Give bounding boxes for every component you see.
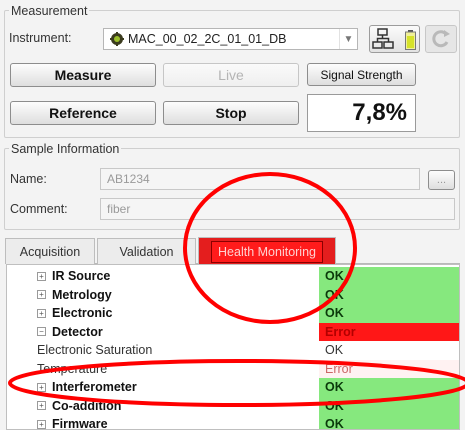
comment-field[interactable]: fiber [100, 198, 455, 220]
tree-row-name: + IR Source [7, 267, 317, 286]
tree-row-status: OK [319, 267, 459, 286]
signal-strength-button[interactable]: Signal Strength [307, 63, 416, 86]
chevron-down-icon[interactable]: ▼ [339, 29, 357, 49]
tab-validation[interactable]: Validation [97, 238, 196, 264]
refresh-icon [432, 30, 450, 48]
device-icon [110, 32, 124, 46]
name-field[interactable]: AB1234 [100, 168, 420, 190]
collapse-icon[interactable]: − [37, 327, 46, 337]
tree-row-label: Firmware [52, 417, 108, 430]
tree-row-name: − Detector [7, 323, 317, 342]
tree-row-name: + Electronic [7, 304, 317, 323]
instrument-combo[interactable]: MAC_00_02_2C_01_01_DB ▼ [103, 28, 358, 50]
tree-row-label: Temperature [37, 361, 108, 376]
tree-row-status: OK [319, 378, 459, 397]
tree-row[interactable]: + Co-addition OK [7, 396, 459, 416]
measurement-group-title: Measurement [9, 4, 90, 18]
tree-row-status: Error [319, 322, 459, 341]
tree-row-label: Interferometer [52, 380, 137, 395]
instrument-label: Instrument: [9, 31, 72, 45]
battery-icon [405, 30, 416, 50]
expand-icon[interactable]: + [37, 401, 46, 411]
tree-row[interactable]: + Interferometer OK [7, 378, 459, 397]
expand-icon[interactable]: + [37, 271, 46, 281]
sample-info-title: Sample Information [9, 142, 122, 156]
tab-health-monitoring[interactable]: Health Monitoring [198, 237, 336, 265]
expand-icon[interactable]: + [37, 419, 46, 429]
measure-button[interactable]: Measure [10, 63, 156, 87]
expand-icon[interactable]: + [37, 290, 46, 300]
tree-row[interactable]: + Firmware OK [7, 415, 459, 430]
health-tree: + IR Source OK + Metrology OK + Electronic OK − De… [6, 264, 460, 430]
tree-row-label: Electronic [52, 306, 113, 321]
tree-row-status: Error [319, 359, 459, 378]
tab-strip: Acquisition Validation Health Monitoring [5, 236, 460, 265]
tab-validation-label: Validation [119, 244, 174, 259]
tree-row-status: OK [319, 396, 459, 415]
tree-row-label: Detector [52, 324, 103, 339]
tree-row-label: IR Source [52, 269, 111, 284]
tree-row-name: + Co-addition [7, 397, 317, 416]
tree-row-name: Temperature [7, 360, 317, 379]
tree-row-status: OK [319, 415, 459, 429]
tree-row[interactable]: + Metrology OK [7, 285, 459, 305]
tree-row-label: Metrology [52, 287, 112, 302]
tree-row-label: Co-addition [52, 398, 122, 413]
stop-button[interactable]: Stop [163, 101, 299, 125]
instrument-value: MAC_00_02_2C_01_01_DB [128, 32, 287, 46]
network-button[interactable] [369, 25, 420, 53]
tree-row[interactable]: Temperature Error [7, 359, 459, 379]
tree-row-name: + Interferometer [7, 378, 317, 397]
expand-icon[interactable]: + [37, 382, 46, 392]
tree-row-name: + Firmware [7, 415, 317, 430]
expand-icon[interactable]: + [37, 308, 46, 318]
signal-strength-value: 7,8% [307, 94, 416, 132]
tree-row-name: + Metrology [7, 286, 317, 305]
comment-label: Comment: [10, 202, 68, 216]
tab-health-monitoring-label: Health Monitoring [211, 240, 323, 263]
tree-row[interactable]: − Detector Error [7, 322, 459, 342]
name-label: Name: [10, 172, 47, 186]
tree-row-label: Electronic Saturation [37, 343, 153, 358]
tree-row[interactable]: + Electronic OK [7, 304, 459, 323]
reference-button[interactable]: Reference [10, 101, 156, 125]
tree-row[interactable]: + IR Source OK [7, 267, 459, 286]
tree-row-status: OK [319, 285, 459, 304]
tab-acquisition-label: Acquisition [19, 244, 81, 259]
browse-button[interactable]: ... [428, 170, 455, 190]
tree-row-status: OK [319, 304, 459, 323]
tree-row-name: Electronic Saturation [7, 341, 317, 360]
tree-row-status: OK [319, 341, 459, 360]
live-button[interactable]: Live [163, 63, 299, 87]
tab-acquisition[interactable]: Acquisition [5, 238, 95, 264]
refresh-button[interactable] [425, 25, 457, 53]
tree-row[interactable]: Electronic Saturation OK [7, 341, 459, 360]
